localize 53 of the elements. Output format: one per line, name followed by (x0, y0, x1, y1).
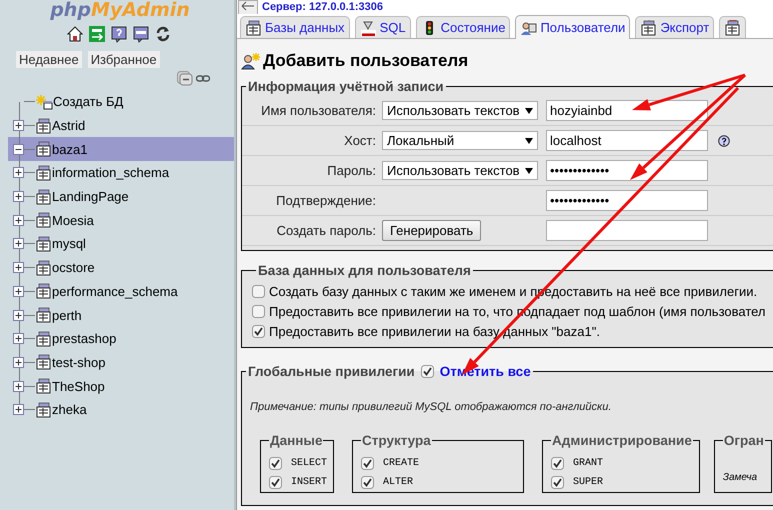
privilege-label: SUPER (573, 477, 604, 488)
database-name[interactable]: test-shop (52, 354, 106, 370)
input-field[interactable]: ••••••••••••• (546, 190, 708, 211)
field-label: Имя пользователя: (260, 103, 377, 118)
database-name[interactable]: Moesia (52, 212, 94, 228)
group-legend: Огран (722, 433, 765, 448)
database-name[interactable]: information_schema (52, 165, 170, 180)
dropdown[interactable]: Использовать текстов (382, 161, 538, 180)
field-label: Хост: (343, 133, 377, 148)
database-name[interactable]: zheka (52, 402, 87, 418)
note-text: Замеча (722, 472, 758, 483)
page-title: Добавить пользователя (263, 51, 468, 71)
database-name[interactable]: prestashop (52, 331, 116, 346)
privilege-label: GRANT (573, 458, 604, 469)
dropdown[interactable]: Локальный (382, 131, 538, 150)
database-name[interactable]: Astrid (52, 118, 86, 134)
nav-button[interactable]: Недавнее (16, 51, 82, 68)
panel-legend: Глобальные привилегии (248, 364, 415, 379)
database-name[interactable]: mysql (52, 236, 86, 252)
tab[interactable]: Экспорт (635, 16, 714, 38)
logo-text: phpMyAdmin (50, 0, 190, 20)
tab[interactable]: Состояние (416, 16, 510, 38)
field-label: Создать пароль: (276, 223, 377, 238)
database-name[interactable]: TheShop (52, 378, 105, 394)
field-label: Подтверждение: (275, 193, 377, 208)
group-legend: Структура (361, 433, 432, 448)
panel-legend: Информация учётной записи (246, 79, 446, 94)
tab[interactable]: Базы данных (240, 16, 350, 38)
note-text: Примечание: типы привилегий MySQL отображаются по-английски. (250, 401, 612, 413)
tab[interactable]: SQL (354, 16, 411, 38)
dropdown[interactable]: Использовать текстов (382, 101, 538, 120)
database-name[interactable]: baza1 (52, 142, 88, 157)
input-field[interactable]: ••••••••••••• (546, 160, 708, 181)
tab[interactable]: Пользователи (515, 15, 630, 39)
privilege-label: INSERT (291, 477, 328, 488)
input-field[interactable]: localhost (546, 130, 708, 151)
group-legend: Данные (269, 433, 324, 448)
privilege-label: ALTER (383, 477, 414, 488)
input-field[interactable]: hozyiainbd (546, 100, 708, 121)
create-database-link[interactable]: Создать БД (53, 94, 124, 110)
privilege-label: SELECT (291, 458, 328, 469)
nav-button[interactable]: Избранное (88, 51, 160, 68)
server-link[interactable]: Сервер: 127.0.0.1:3306 (262, 1, 383, 13)
group-legend: Администрирование (551, 433, 693, 448)
database-name[interactable]: perth (52, 308, 82, 323)
checkbox-label: Предоставить все привилегии на базу данных "baza1". (269, 324, 600, 338)
database-name[interactable]: ocstore (52, 260, 95, 276)
database-name[interactable]: LandingPage (52, 189, 129, 204)
panel-legend: База данных для пользователя (256, 263, 473, 278)
generate-button[interactable]: Генерировать (382, 220, 482, 241)
field-label: Пароль: (326, 163, 377, 178)
database-name[interactable]: performance_schema (52, 284, 178, 299)
privilege-label: CREATE (383, 458, 420, 469)
